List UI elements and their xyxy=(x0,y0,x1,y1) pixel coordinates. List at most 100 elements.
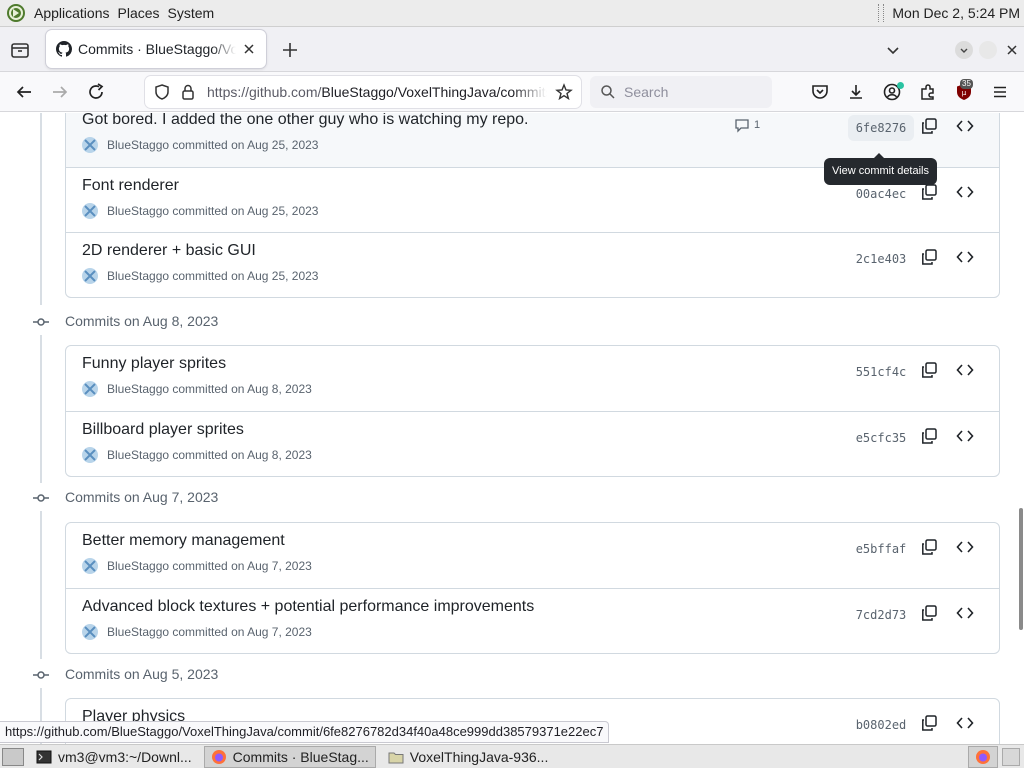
taskbar-item-label: VoxelThingJava-936... xyxy=(409,748,549,765)
places-menu[interactable]: Places xyxy=(114,5,164,21)
commit-sha-link[interactable]: 551cf4c xyxy=(848,359,914,385)
commit-group-date: Commits on Aug 7, 2023 xyxy=(65,489,219,505)
commits-page: Got bored. I added the one other guy who… xyxy=(0,113,1024,744)
commit-list: Better memory management BlueStaggo comm… xyxy=(65,522,1000,654)
avatar[interactable] xyxy=(82,381,98,397)
url-bar[interactable]: https://github.com/BlueStaggo/VoxelThing… xyxy=(145,76,581,108)
shield-icon[interactable] xyxy=(153,83,171,101)
search-box[interactable]: Search xyxy=(590,76,772,108)
timeline-line xyxy=(40,113,42,305)
commit-message[interactable]: Advanced block textures + potential perf… xyxy=(82,598,534,616)
commit-meta: BlueStaggo committed on Aug 25, 2023 xyxy=(82,137,318,153)
commit-row[interactable]: Better memory management BlueStaggo comm… xyxy=(66,523,999,588)
git-commit-icon xyxy=(33,494,49,502)
copy-icon[interactable] xyxy=(920,183,938,201)
commit-sha-link[interactable]: 7cd2d73 xyxy=(848,602,914,628)
copy-icon[interactable] xyxy=(920,361,938,379)
copy-icon[interactable] xyxy=(920,604,938,622)
avatar[interactable] xyxy=(82,447,98,463)
commit-message[interactable]: Billboard player sprites xyxy=(82,421,244,439)
commit-message[interactable]: Got bored. I added the one other guy who… xyxy=(82,113,529,129)
commit-sha-link[interactable]: 6fe8276 xyxy=(848,115,914,141)
list-all-tabs-icon[interactable] xyxy=(884,41,902,59)
commit-row[interactable]: Funny player sprites BlueStaggo committe… xyxy=(66,346,999,411)
avatar[interactable] xyxy=(82,624,98,640)
commit-sha-link[interactable]: e5cfc35 xyxy=(848,425,914,451)
workspace-switcher[interactable] xyxy=(1002,747,1020,766)
commit-sha-link[interactable]: 2c1e403 xyxy=(848,246,914,272)
page-scrollbar-thumb[interactable] xyxy=(1019,508,1023,630)
code-browse-icon[interactable] xyxy=(956,427,974,445)
identicon-icon xyxy=(84,560,96,572)
view-commit-details-tooltip: View commit details xyxy=(824,153,937,185)
search-icon xyxy=(601,85,615,99)
system-menu[interactable]: System xyxy=(164,5,219,21)
copy-icon[interactable] xyxy=(920,117,938,135)
pocket-icon[interactable] xyxy=(810,82,830,102)
panel-clock[interactable]: Mon Dec 2, 5:24 PM xyxy=(892,5,1020,21)
commit-meta: BlueStaggo committed on Aug 8, 2023 xyxy=(82,381,312,397)
commit-message[interactable]: Font renderer xyxy=(82,177,179,195)
navigation-bar: https://github.com/BlueStaggo/VoxelThing… xyxy=(0,72,1024,112)
code-browse-icon[interactable] xyxy=(956,183,974,201)
copy-icon[interactable] xyxy=(920,427,938,445)
close-tab-icon[interactable] xyxy=(242,42,256,56)
back-arrow-icon[interactable] xyxy=(14,82,34,102)
avatar[interactable] xyxy=(82,558,98,574)
copy-icon[interactable] xyxy=(920,248,938,266)
avatar[interactable] xyxy=(82,203,98,219)
code-browse-icon[interactable] xyxy=(956,714,974,732)
timeline-line xyxy=(40,335,42,483)
commit-sha-link[interactable]: b0802ed xyxy=(848,712,914,738)
commit-sha-link[interactable]: e5bffaf xyxy=(848,536,914,562)
commit-message[interactable]: Better memory management xyxy=(82,532,285,550)
reload-icon[interactable] xyxy=(86,82,106,102)
commit-message[interactable]: 2D renderer + basic GUI xyxy=(82,242,256,260)
code-browse-icon[interactable] xyxy=(956,538,974,556)
commit-row[interactable]: Advanced block textures + potential perf… xyxy=(66,588,999,653)
commit-row[interactable]: 2D renderer + basic GUI BlueStaggo commi… xyxy=(66,232,999,297)
new-tab-icon[interactable] xyxy=(280,40,300,60)
taskbar-item-terminal[interactable]: vm3@vm3:~/Downl... xyxy=(30,746,198,768)
ublock-count-badge: 35 xyxy=(960,79,973,89)
commit-author-date: BlueStaggo committed on Aug 25, 2023 xyxy=(107,204,319,218)
code-browse-icon[interactable] xyxy=(956,361,974,379)
bottom-taskbar: vm3@vm3:~/Downl... Commits · BlueStag...… xyxy=(0,744,1024,768)
minimize-button[interactable] xyxy=(955,41,973,59)
avatar[interactable] xyxy=(82,137,98,153)
applications-menu[interactable]: Applications xyxy=(30,5,114,21)
maximize-button[interactable] xyxy=(979,41,997,59)
timeline-line xyxy=(40,511,42,659)
commit-row[interactable]: Billboard player sprites BlueStaggo comm… xyxy=(66,411,999,476)
comments-count[interactable]: 1 xyxy=(734,117,760,133)
identicon-icon xyxy=(84,626,96,638)
commit-message[interactable]: Funny player sprites xyxy=(82,355,226,373)
code-browse-icon[interactable] xyxy=(956,248,974,266)
firefox-launcher[interactable] xyxy=(968,745,998,768)
show-desktop-button[interactable] xyxy=(2,747,24,766)
downloads-icon[interactable] xyxy=(846,82,866,102)
extensions-puzzle-icon[interactable] xyxy=(918,82,938,102)
close-icon xyxy=(1007,45,1017,55)
copy-icon[interactable] xyxy=(920,714,938,732)
bookmark-star-icon[interactable] xyxy=(555,83,573,101)
close-window-button[interactable] xyxy=(1003,41,1021,59)
commit-author-date: BlueStaggo committed on Aug 25, 2023 xyxy=(107,138,319,152)
comment-icon xyxy=(735,119,749,133)
tab-commits[interactable]: Commits · BlueStaggo/VoxelThingJava xyxy=(46,30,266,68)
copy-icon[interactable] xyxy=(920,538,938,556)
lock-icon[interactable] xyxy=(179,83,197,101)
avatar[interactable] xyxy=(82,268,98,284)
taskbar-item-firefox[interactable]: Commits · BlueStag... xyxy=(203,745,376,768)
firefox-view-icon[interactable] xyxy=(10,40,30,60)
url-text[interactable]: https://github.com/BlueStaggo/VoxelThing… xyxy=(207,84,547,100)
forward-arrow-icon[interactable] xyxy=(50,82,70,102)
taskbar-item-folder[interactable]: VoxelThingJava-936... xyxy=(382,746,555,768)
gnome-foot-logo-icon[interactable] xyxy=(6,3,26,23)
tab-title: Commits · BlueStaggo/VoxelThingJava xyxy=(78,41,236,57)
code-browse-icon[interactable] xyxy=(956,117,974,135)
hamburger-menu-icon[interactable] xyxy=(990,82,1010,102)
code-browse-icon[interactable] xyxy=(956,604,974,622)
commit-author-date: BlueStaggo committed on Aug 8, 2023 xyxy=(107,382,312,396)
commit-author-date: BlueStaggo committed on Aug 25, 2023 xyxy=(107,269,319,283)
